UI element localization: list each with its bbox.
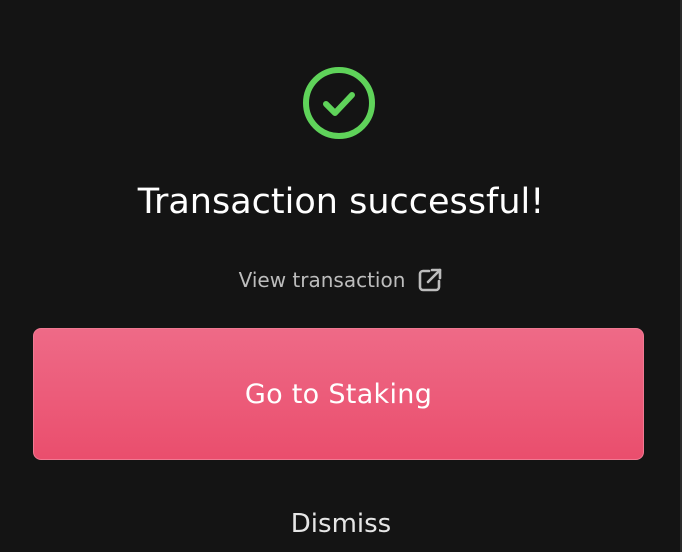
go-to-staking-button[interactable]: Go to Staking	[33, 328, 644, 460]
dialog-title: Transaction successful!	[137, 182, 545, 222]
check-circle-icon	[303, 67, 375, 139]
view-transaction-label: View transaction	[238, 268, 406, 292]
transaction-result-dialog: Transaction successful! View transaction…	[0, 0, 682, 552]
view-transaction-link[interactable]: View transaction	[0, 266, 682, 294]
external-link-icon	[419, 268, 442, 292]
dismiss-button[interactable]: Dismiss	[0, 506, 682, 542]
